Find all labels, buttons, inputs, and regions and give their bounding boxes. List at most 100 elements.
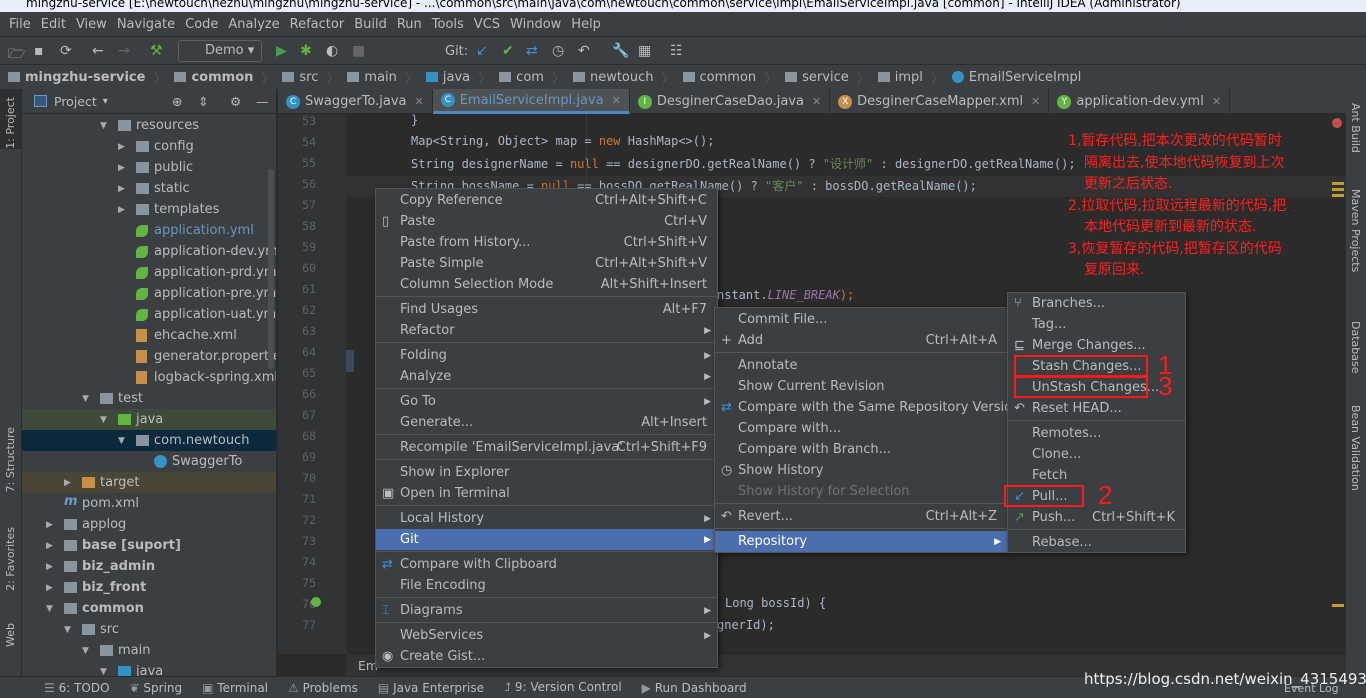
menu-item-generate[interactable]: Generate... Alt+Insert — [376, 412, 717, 433]
close-icon[interactable]: ✕ — [612, 94, 621, 107]
implements-icon[interactable] — [311, 597, 321, 607]
menu-edit[interactable]: Edit — [36, 17, 71, 32]
menu-build[interactable]: Build — [349, 17, 392, 32]
menu-item-paste-simple[interactable]: Paste Simple Ctrl+Alt+Shift+V — [376, 253, 717, 274]
menu-code[interactable]: Code — [180, 17, 223, 32]
menu-navigate[interactable]: Navigate — [112, 17, 180, 32]
menu-item-push[interactable]: ↗ Push... Ctrl+Shift+K — [1008, 507, 1185, 528]
collapsed-arrow-icon[interactable]: ▶ — [118, 163, 125, 173]
tree-item[interactable]: ▶ static — [22, 178, 276, 199]
run-config-dropdown[interactable]: Demo ▾ — [178, 40, 262, 62]
breadcrumb-item[interactable]: newtouch 〉 — [572, 68, 675, 87]
tree-item[interactable]: application-prd.yml — [22, 262, 276, 283]
menu-item-compare-with-branch[interactable]: Compare with Branch... — [715, 439, 1007, 460]
back-icon[interactable]: ← — [92, 43, 104, 59]
breadcrumb-item[interactable]: src 〉 — [282, 68, 339, 87]
build-icon[interactable]: ⚒ — [150, 43, 163, 59]
debug-icon[interactable]: ✱ — [300, 43, 312, 59]
tree-item[interactable]: application-uat.yml — [22, 304, 276, 325]
tool-maven[interactable]: Maven Projects — [1349, 189, 1362, 272]
expanded-arrow-icon[interactable]: ▼ — [82, 394, 89, 404]
breadcrumb-item[interactable]: common 〉 — [174, 68, 274, 87]
menu-item-revert[interactable]: ↶ Revert... Ctrl+Alt+Z — [715, 506, 1007, 527]
tool-favorites[interactable]: 2: Favorites — [4, 527, 17, 591]
menu-item-webservices[interactable]: WebServices ▶ — [376, 625, 717, 646]
tree-item[interactable]: ▶ public — [22, 157, 276, 178]
menu-item-copy-reference[interactable]: Copy Reference Ctrl+Alt+Shift+C — [376, 190, 717, 211]
menu-item-annotate[interactable]: Annotate — [715, 355, 1007, 376]
tool-web[interactable]: Web — [4, 623, 17, 647]
tool-ant-build[interactable]: Ant Build — [1349, 103, 1362, 153]
error-stripe[interactable] — [1330, 114, 1346, 654]
forward-icon[interactable]: → — [118, 43, 130, 59]
locate-icon[interactable]: ⊕ — [172, 94, 182, 109]
editor-tab[interactable]: C SwaggerTo.java ✕ — [278, 89, 433, 114]
menu-item-recompile-emailserviceimpl-java[interactable]: Recompile 'EmailServiceImpl.java' Ctrl+Sh… — [376, 437, 717, 458]
tree-item[interactable]: ▼ main — [22, 640, 276, 661]
collapsed-arrow-icon[interactable]: ▶ — [46, 583, 53, 593]
tree-item[interactable]: ▼ resources — [22, 115, 276, 136]
collapsed-arrow-icon[interactable]: ▶ — [46, 520, 53, 530]
menu-item-folding[interactable]: Folding ▶ — [376, 345, 717, 366]
settings-wrench-icon[interactable]: 🔧 — [612, 43, 629, 59]
menu-item-compare-with-clipboard[interactable]: ⇄ Compare with Clipboard — [376, 554, 717, 575]
menu-item-show-history[interactable]: ◷ Show History — [715, 460, 1007, 481]
menu-refactor[interactable]: Refactor — [285, 17, 350, 32]
tool-problems[interactable]: ⚠ Problems — [288, 681, 358, 695]
collapsed-arrow-icon[interactable]: ▶ — [118, 142, 125, 152]
editor-tab[interactable]: X DesginerCaseMapper.xml ✕ — [830, 89, 1050, 114]
sdk-icon[interactable]: ☷ — [670, 43, 683, 59]
hide-icon[interactable]: — — [256, 94, 269, 109]
tree-item[interactable]: ▶ biz_front — [22, 577, 276, 598]
event-log-button[interactable]: Event Log — [1284, 682, 1339, 695]
tree-item[interactable]: ehcache.xml — [22, 325, 276, 346]
save-icon[interactable]: ▪ — [34, 43, 44, 59]
menu-item-show-in-explorer[interactable]: Show in Explorer — [376, 462, 717, 483]
history-icon[interactable]: ◷ — [552, 43, 564, 59]
git-compare-icon[interactable]: ⇄ — [526, 43, 538, 59]
collapsed-arrow-icon[interactable]: ▶ — [46, 562, 53, 572]
tree-item[interactable]: ▼ test — [22, 388, 276, 409]
menu-item-find-usages[interactable]: Find Usages Alt+F7 — [376, 299, 717, 320]
menu-item-open-in-terminal[interactable]: ▣ Open in Terminal — [376, 483, 717, 504]
tool-run-dashboard[interactable]: ▶ Run Dashboard — [642, 681, 747, 695]
breadcrumb-item[interactable]: mingzhu-service 〉 — [8, 68, 166, 87]
menu-tools[interactable]: Tools — [427, 17, 469, 32]
expanded-arrow-icon[interactable]: ▼ — [64, 625, 71, 635]
tree-item[interactable]: ▶ target — [22, 472, 276, 493]
menu-item-show-current-revision[interactable]: Show Current Revision — [715, 376, 1007, 397]
menu-item-git[interactable]: Git ▶ — [376, 529, 717, 550]
project-view-dropdown[interactable]: Project — [54, 94, 97, 109]
menu-item-column-selection-mode[interactable]: Column Selection Mode Alt+Shift+Insert — [376, 274, 717, 295]
tool-spring[interactable]: ❦ Spring — [130, 681, 183, 695]
tree-item[interactable]: ▶ base [suport] — [22, 535, 276, 556]
gear-icon[interactable]: ⚙ — [230, 94, 241, 109]
editor-tab[interactable]: C EmailServiceImpl.java ✕ — [432, 89, 630, 114]
tool-bean-validation[interactable]: Bean Validation — [1349, 405, 1362, 491]
menu-item-reset-head[interactable]: ↶ Reset HEAD... — [1008, 398, 1185, 419]
menu-item-repository[interactable]: Repository ▶ — [715, 531, 1007, 552]
menu-item-create-gist[interactable]: ◉ Create Gist... — [376, 646, 717, 667]
tool-database[interactable]: Database — [1349, 321, 1362, 374]
tree-item[interactable]: m pom.xml — [22, 493, 276, 514]
git-commit-icon[interactable]: ✔ — [502, 43, 514, 59]
expanded-arrow-icon[interactable]: ▼ — [46, 604, 53, 614]
tree-item[interactable]: ▼ src — [22, 619, 276, 640]
menu-item-paste[interactable]: ▯ Paste Ctrl+V — [376, 211, 717, 232]
tree-scrollbar[interactable] — [268, 169, 274, 369]
tree-item[interactable]: application-pre.yml — [22, 283, 276, 304]
menu-file[interactable]: File — [4, 17, 36, 32]
tree-item[interactable]: ▼ java — [22, 409, 276, 430]
sync-icon[interactable]: ⟳ — [60, 43, 72, 59]
collapsed-arrow-icon[interactable]: ▶ — [118, 184, 125, 194]
breadcrumb-item[interactable]: java 〉 — [425, 68, 491, 87]
menu-item-add[interactable]: + Add Ctrl+Alt+A — [715, 330, 1007, 351]
menu-item-local-history[interactable]: Local History ▶ — [376, 508, 717, 529]
menu-item-rebase[interactable]: Rebase... — [1008, 532, 1185, 553]
menu-item-paste-from-history[interactable]: Paste from History... Ctrl+Shift+V — [376, 232, 717, 253]
editor-tab[interactable]: Yapplication-dev.yml ✕ — [1049, 89, 1231, 114]
menu-item-file-encoding[interactable]: File Encoding — [376, 575, 717, 596]
tree-item[interactable]: application.yml — [22, 220, 276, 241]
coverage-icon[interactable]: ◐ — [326, 43, 338, 59]
close-icon[interactable]: ✕ — [812, 95, 821, 108]
